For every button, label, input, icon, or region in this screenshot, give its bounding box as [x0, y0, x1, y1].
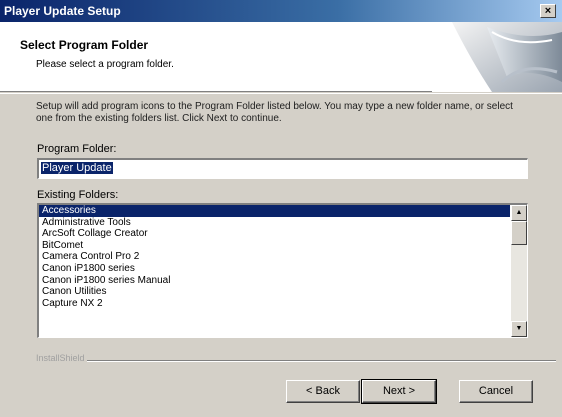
close-button[interactable]: ×: [540, 4, 556, 18]
installshield-label: InstallShield: [34, 353, 87, 363]
page-curl-graphic-icon: [432, 22, 562, 92]
page-subtitle: Please select a program folder.: [36, 59, 174, 70]
existing-folders-label: Existing Folders:: [37, 189, 119, 201]
program-folder-input[interactable]: Player Update: [37, 158, 528, 179]
list-item[interactable]: Canon iP1800 series Manual: [39, 275, 510, 287]
back-button[interactable]: < Back: [286, 380, 360, 403]
window-title: Player Update Setup: [4, 4, 121, 18]
next-button[interactable]: Next >: [361, 379, 437, 404]
footer-separator: [36, 360, 556, 362]
title-bar[interactable]: Player Update Setup ×: [0, 0, 562, 22]
scroll-down-button[interactable]: ▼: [511, 321, 527, 337]
list-item[interactable]: ArcSoft Collage Creator: [39, 228, 510, 240]
scroll-up-arrow-icon: ▲: [515, 209, 523, 216]
folder-items: Accessories Administrative Tools ArcSoft C…: [39, 205, 510, 309]
list-item[interactable]: Camera Control Pro 2: [39, 251, 510, 263]
list-item[interactable]: Accessories: [39, 205, 510, 217]
scroll-down-arrow-icon: ▼: [515, 325, 523, 332]
list-scrollbar[interactable]: ▲ ▼: [511, 205, 527, 337]
list-item[interactable]: BitComet: [39, 240, 510, 252]
wizard-header: Select Program Folder Please select a pr…: [0, 22, 562, 92]
page-title: Select Program Folder: [20, 38, 149, 52]
list-item[interactable]: Canon iP1800 series: [39, 263, 510, 275]
scroll-up-button[interactable]: ▲: [511, 205, 527, 221]
close-icon: ×: [544, 5, 552, 17]
list-item[interactable]: Capture NX 2: [39, 298, 510, 310]
list-item[interactable]: Administrative Tools: [39, 217, 510, 229]
existing-folders-list[interactable]: Accessories Administrative Tools ArcSoft C…: [37, 203, 528, 338]
scroll-thumb[interactable]: [511, 221, 527, 245]
cancel-button[interactable]: Cancel: [459, 380, 533, 403]
header-divider: [0, 93, 562, 94]
program-folder-label: Program Folder:: [37, 143, 117, 155]
list-item[interactable]: Canon Utilities: [39, 286, 510, 298]
program-folder-value: Player Update: [41, 162, 113, 174]
instructions-text: Setup will add program icons to the Prog…: [36, 101, 513, 124]
setup-dialog: Player Update Setup × Select Program Fol…: [0, 0, 562, 417]
